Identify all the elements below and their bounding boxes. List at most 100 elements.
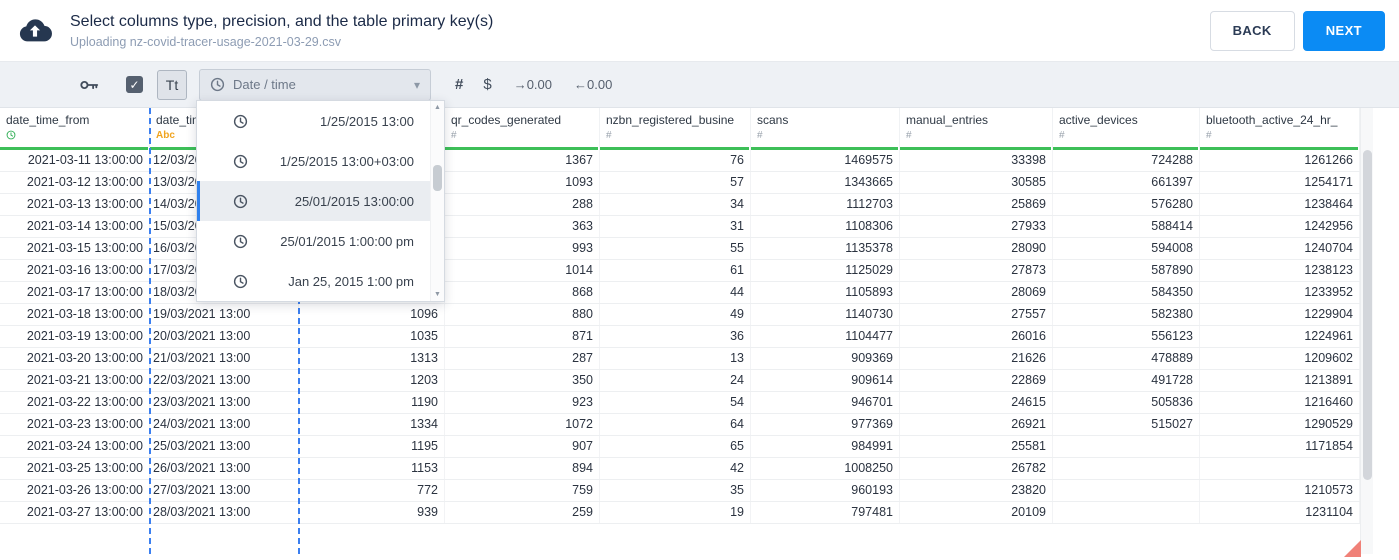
column-header-qr_codes_generated[interactable]: qr_codes_generated # [445, 108, 600, 150]
column-header-scans[interactable]: scans # [751, 108, 900, 150]
cell [1053, 502, 1200, 523]
cell: 1105893 [751, 282, 900, 303]
cell: 57 [600, 172, 751, 193]
clock-icon [233, 194, 248, 209]
column-header-manual_entries[interactable]: manual_entries # [900, 108, 1053, 150]
column-name: date_time_from [6, 113, 90, 127]
cell: 1210573 [1200, 480, 1360, 501]
cell: 24/03/2021 13:00 [150, 414, 299, 435]
column-name: nzbn_registered_busine [606, 113, 735, 127]
cell: 28069 [900, 282, 1053, 303]
cell: 1334 [299, 414, 445, 435]
table-row: 2021-03-20 13:00:00 21/03/2021 13:00 1313 2… [0, 348, 1360, 370]
back-button[interactable]: BACK [1209, 10, 1295, 51]
column-header-nzbn_registered_busine[interactable]: nzbn_registered_busine # [600, 108, 751, 150]
cell: 661397 [1053, 172, 1200, 193]
cell [1053, 458, 1200, 479]
table-row: 2021-03-19 13:00:00 20/03/2021 13:00 1035 8… [0, 326, 1360, 348]
cell: 33398 [900, 150, 1053, 171]
cell: 1195 [299, 436, 445, 457]
menu-scrollbar[interactable]: ▲ ▼ [430, 101, 444, 301]
cell: 1112703 [751, 194, 900, 215]
number-type-icon: # [1206, 130, 1212, 141]
vertical-scrollbar[interactable] [1360, 108, 1373, 554]
column-name: manual_entries [906, 113, 989, 127]
cell: 27873 [900, 260, 1053, 281]
column-header-date_time_from[interactable]: date_time_from [0, 108, 150, 150]
text-type-button[interactable]: Tt [157, 69, 187, 100]
cell: 584350 [1053, 282, 1200, 303]
cell: 20/03/2021 13:00 [150, 326, 299, 347]
cell: 2021-03-27 13:00:00 [0, 502, 150, 523]
cell: 24615 [900, 392, 1053, 413]
cell: 288 [445, 194, 600, 215]
scroll-down-icon[interactable]: ▼ [434, 291, 441, 298]
selected-column-left-guide [149, 108, 151, 554]
table-row: 2021-03-21 13:00:00 22/03/2021 13:00 1203 3… [0, 370, 1360, 392]
currency-type-button[interactable]: $ [483, 76, 491, 93]
cell: 868 [445, 282, 600, 303]
cell: 64 [600, 414, 751, 435]
cell: 2021-03-23 13:00:00 [0, 414, 150, 435]
cell: 20109 [900, 502, 1053, 523]
cell: 1035 [299, 326, 445, 347]
format-option[interactable]: 1/25/2015 13:00 [197, 101, 444, 141]
cell: 2021-03-18 13:00:00 [0, 304, 150, 325]
cell: 35 [600, 480, 751, 501]
cell: 1093 [445, 172, 600, 193]
cell: 30585 [900, 172, 1053, 193]
decrease-decimal-button[interactable]: ←0.00 [574, 77, 612, 92]
cell: 24 [600, 370, 751, 391]
number-type-icon: # [1059, 130, 1065, 141]
cell: 724288 [1053, 150, 1200, 171]
format-option[interactable]: Jan 25, 2015 1:00 pm [197, 261, 444, 301]
cell: 759 [445, 480, 600, 501]
column-header-active_devices[interactable]: active_devices # [1053, 108, 1200, 150]
cell: 2021-03-12 13:00:00 [0, 172, 150, 193]
datetime-format-dropdown[interactable]: Date / time ▾ [199, 68, 431, 101]
cell: 1216460 [1200, 392, 1360, 413]
primary-key-icon[interactable] [78, 74, 100, 96]
format-option[interactable]: 25/01/2015 13:00:00 [197, 181, 444, 221]
clock-icon [210, 77, 225, 92]
cell: 946701 [751, 392, 900, 413]
cell: 515027 [1053, 414, 1200, 435]
cell: 19/03/2021 13:00 [150, 304, 299, 325]
cell: 1343665 [751, 172, 900, 193]
cell: 1254171 [1200, 172, 1360, 193]
column-header-bluetooth_active_24_hr_[interactable]: bluetooth_active_24_hr_ # [1200, 108, 1360, 150]
cell: 31 [600, 216, 751, 237]
cell: 54 [600, 392, 751, 413]
scroll-up-icon[interactable]: ▲ [434, 104, 441, 111]
cell: 909614 [751, 370, 900, 391]
cell [1200, 458, 1360, 479]
number-type-button[interactable]: # [455, 76, 463, 93]
cell: 1238123 [1200, 260, 1360, 281]
cell: 2021-03-22 13:00:00 [0, 392, 150, 413]
cell: 1104477 [751, 326, 900, 347]
clock-icon [233, 234, 248, 249]
format-option[interactable]: 25/01/2015 1:00:00 pm [197, 221, 444, 261]
boolean-type-checkbox[interactable]: ✓ [126, 76, 143, 93]
cell: 28/03/2021 13:00 [150, 502, 299, 523]
menu-scrollbar-thumb[interactable] [433, 165, 442, 191]
next-button[interactable]: NEXT [1302, 10, 1385, 51]
column-name: bluetooth_active_24_hr_ [1206, 113, 1338, 127]
cell: 26016 [900, 326, 1053, 347]
table-row: 2021-03-18 13:00:00 19/03/2021 13:00 1096 8… [0, 304, 1360, 326]
increase-decimal-button[interactable]: →0.00 [514, 77, 552, 92]
cell: 19 [600, 502, 751, 523]
format-option-label: 1/25/2015 13:00+03:00 [279, 153, 414, 169]
cell: 2021-03-16 13:00:00 [0, 260, 150, 281]
cell: 1224961 [1200, 326, 1360, 347]
cell: 2021-03-17 13:00:00 [0, 282, 150, 303]
format-option-label: 1/25/2015 13:00 [320, 113, 414, 129]
number-type-icon: # [906, 130, 912, 141]
cell: 22869 [900, 370, 1053, 391]
cell: 1290529 [1200, 414, 1360, 435]
format-option[interactable]: 1/25/2015 13:00+03:00 [197, 141, 444, 181]
number-type-icon: # [757, 130, 763, 141]
cell: 1213891 [1200, 370, 1360, 391]
cell: 1209602 [1200, 348, 1360, 369]
vertical-scrollbar-thumb[interactable] [1363, 150, 1372, 480]
